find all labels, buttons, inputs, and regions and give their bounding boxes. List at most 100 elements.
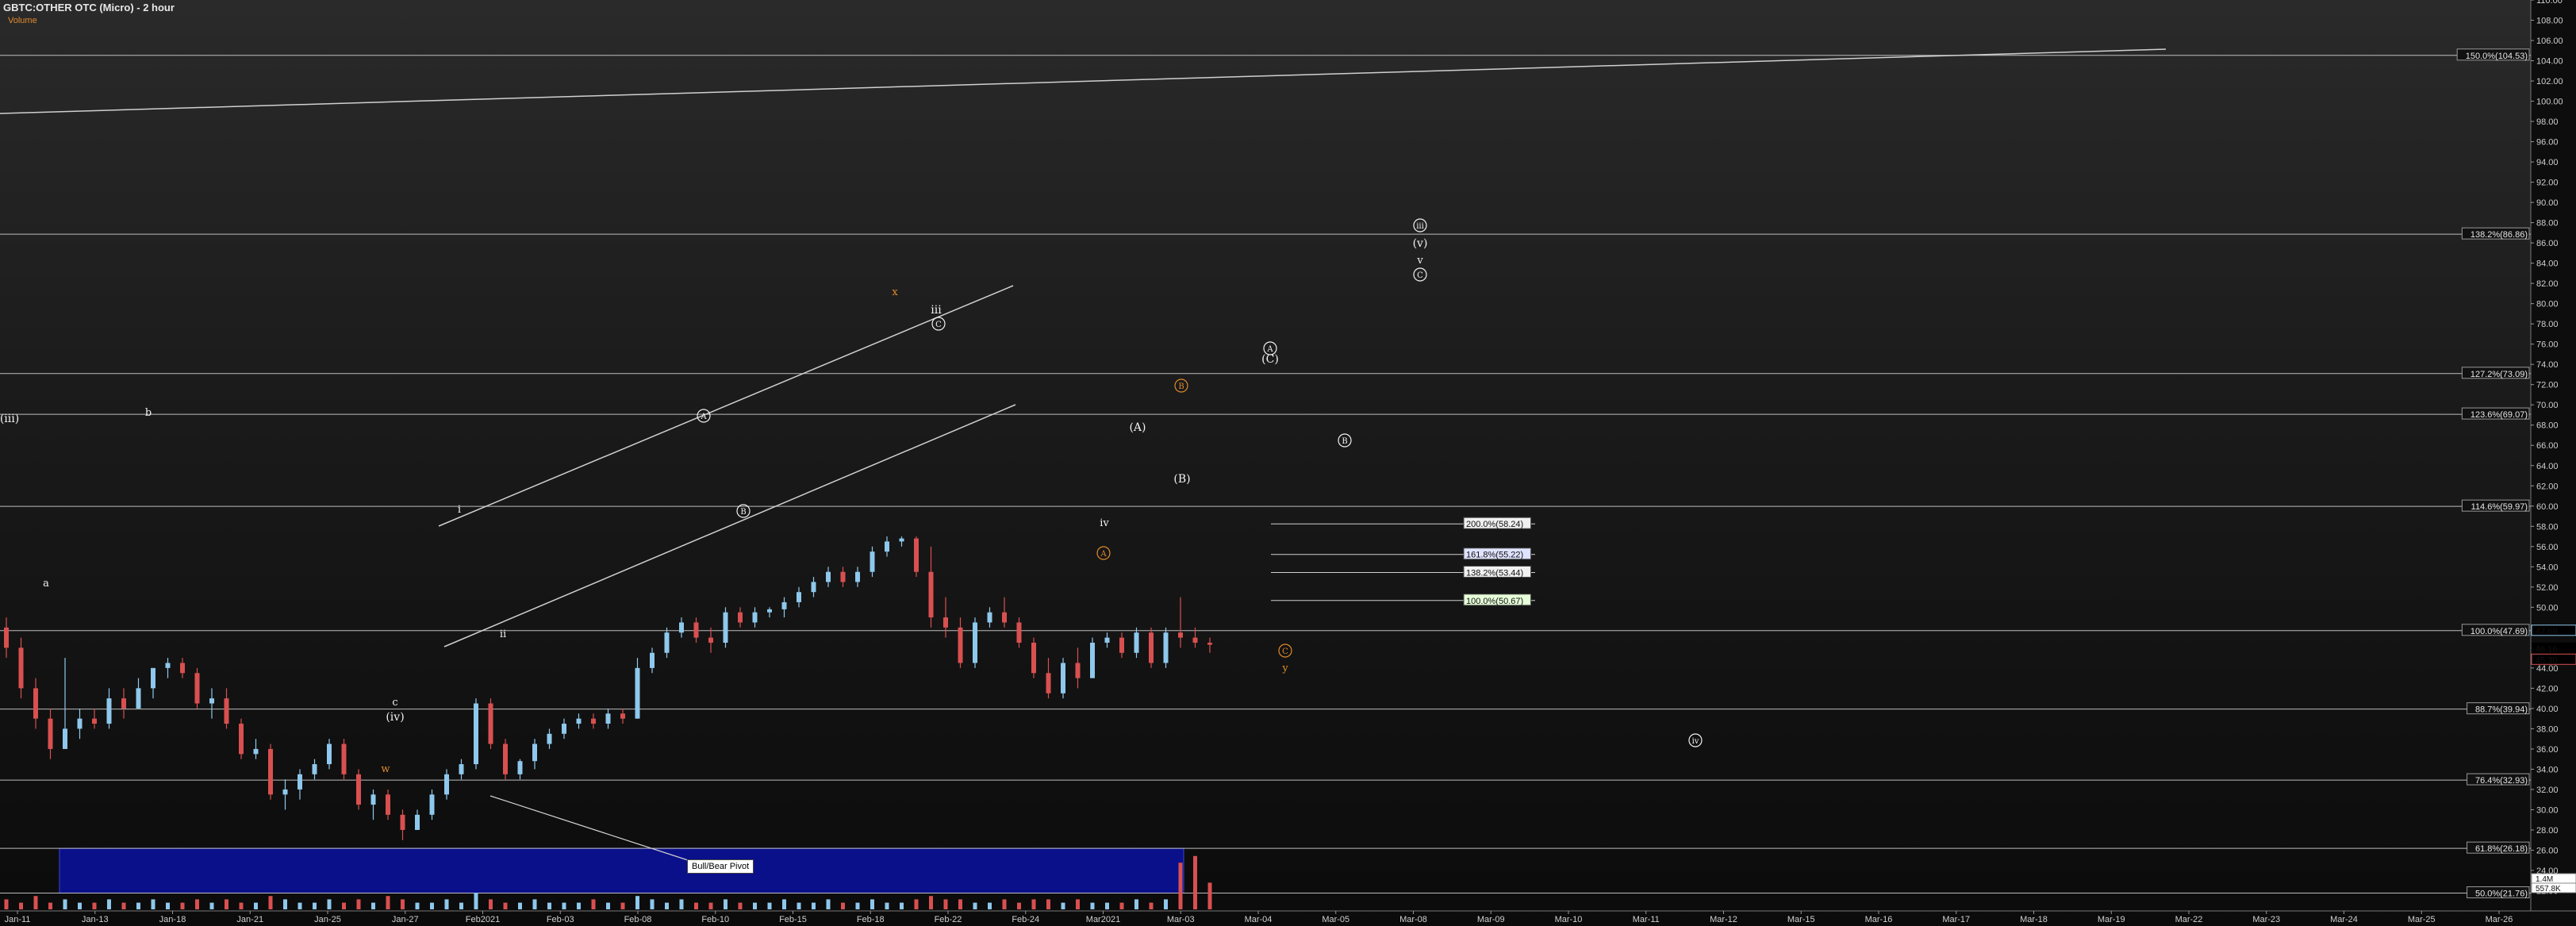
volume-bar — [63, 899, 67, 909]
y-tick-label: 50.00 — [2536, 603, 2559, 613]
wave-label: (B) — [1173, 473, 1190, 486]
y-tick-label: 74.00 — [2536, 360, 2559, 370]
candle-body — [723, 612, 728, 643]
wave-label: (iii) — [0, 413, 19, 425]
candle-body — [48, 718, 53, 749]
x-tick-label: Mar-15 — [1787, 915, 1815, 924]
volume-bar — [225, 899, 228, 909]
volume-bar — [78, 902, 82, 909]
x-tick-label: Mar-25 — [2408, 915, 2436, 924]
y-tick-label: 42.00 — [2536, 684, 2559, 694]
volume-bar — [635, 896, 639, 909]
volume-bar — [532, 899, 537, 909]
candle-body — [429, 794, 435, 815]
wave-label: c — [392, 697, 397, 709]
candle-body — [547, 733, 552, 744]
fib-level-label: 100.0%(47.69) — [2470, 627, 2528, 636]
x-tick-label: Mar-18 — [2020, 915, 2048, 924]
wave-label: v — [1416, 255, 1423, 267]
candle-body — [194, 673, 200, 704]
volume-bar — [679, 899, 684, 909]
candle-body — [738, 612, 743, 623]
volume-bar — [708, 902, 713, 909]
y-tick-label: 70.00 — [2536, 401, 2559, 410]
wave-label: A — [1100, 550, 1107, 559]
y-tick-label: 92.00 — [2536, 179, 2559, 188]
candle-body — [459, 764, 464, 774]
candle-body — [870, 551, 875, 572]
y-tick-label: 104.00 — [2536, 57, 2563, 67]
y-tick-label: 56.00 — [2536, 543, 2559, 552]
y-tick-label: 58.00 — [2536, 522, 2559, 532]
fib-level-label: 138.2%(86.86) — [2470, 230, 2528, 240]
candle-body — [914, 538, 919, 572]
price-tag: 47.69 — [2536, 627, 2558, 636]
candle-body — [474, 703, 478, 765]
candle-body — [33, 688, 38, 719]
volume-bar — [797, 902, 801, 909]
y-tick-label: 68.00 — [2536, 421, 2559, 431]
volume-bar — [444, 899, 449, 909]
candle-body — [1002, 612, 1007, 623]
volume-tag: 1.4M — [2536, 875, 2553, 884]
fib-level-label: 114.6%(59.97) — [2471, 502, 2528, 512]
candle-body — [532, 743, 537, 762]
candle-body — [180, 663, 185, 674]
chart-title: GBTC:OTHER OTC (Micro) - 2 hour — [3, 2, 175, 13]
x-tick-label: Mar-10 — [1555, 915, 1583, 924]
x-tick-label: Mar-24 — [2330, 915, 2358, 924]
bull-bear-pivot-label: Bull/Bear Pivot — [687, 859, 754, 874]
projection-label: 100.0%(50.67) — [1466, 597, 1523, 606]
volume-bar — [313, 902, 317, 909]
candle-body — [605, 713, 611, 724]
candle-body — [92, 718, 97, 724]
volume-bar — [459, 902, 463, 909]
volume-bar — [489, 899, 493, 909]
candle-body — [855, 571, 860, 582]
x-tick-label: Feb-03 — [547, 915, 574, 924]
x-tick-label: Mar-12 — [1710, 915, 1737, 924]
x-tick-label: Mar-16 — [1865, 915, 1893, 924]
volume-bar — [826, 899, 831, 909]
wave-label: C — [935, 321, 942, 329]
candle-body — [356, 774, 361, 805]
volume-bar — [107, 899, 111, 909]
candle-body — [591, 718, 596, 724]
volume-bar — [327, 899, 332, 909]
candle-body — [136, 688, 141, 709]
volume-bar — [855, 902, 860, 909]
candle-body — [767, 609, 772, 613]
volume-bar — [195, 899, 199, 909]
y-tick-label: 72.00 — [2536, 381, 2559, 390]
wave-label: (C) — [1261, 353, 1279, 366]
y-tick-label: 60.00 — [2536, 502, 2559, 512]
y-tick-label: 28.00 — [2536, 826, 2559, 836]
y-tick-label: 90.00 — [2536, 198, 2559, 208]
volume-bar — [1002, 899, 1007, 909]
volume-bar — [298, 902, 302, 909]
x-tick-label: Feb-15 — [779, 915, 807, 924]
wave-label: b — [145, 407, 152, 419]
wave-label: y — [1281, 663, 1288, 674]
projection-label: 138.2%(53.44) — [1466, 568, 1523, 578]
wave-label: A — [700, 413, 707, 421]
volume-bar — [1061, 902, 1065, 909]
y-tick-label: 98.00 — [2536, 117, 2559, 127]
candle-body — [987, 612, 992, 623]
x-tick-label: Jan-18 — [159, 915, 186, 924]
candle-body — [1046, 673, 1051, 694]
fib-level-label: 50.0%(21.76) — [2475, 889, 2528, 899]
volume-bar — [1164, 899, 1168, 909]
candle-body — [693, 622, 699, 638]
x-tick-label: Mar-09 — [1477, 915, 1505, 924]
price-chart[interactable]: 110.00 108.00 106.00 104.00 102.00 100.00 98.0… — [0, 0, 2576, 926]
volume-bar — [518, 902, 522, 909]
volume-bar — [812, 902, 816, 909]
channel-upper-line — [438, 285, 1014, 527]
candle-body — [444, 774, 449, 795]
candle-body — [312, 764, 317, 774]
candle-body — [1061, 663, 1065, 694]
y-tick-label: 62.00 — [2536, 482, 2559, 491]
volume-bar — [665, 902, 669, 909]
volume-bar — [900, 902, 904, 909]
